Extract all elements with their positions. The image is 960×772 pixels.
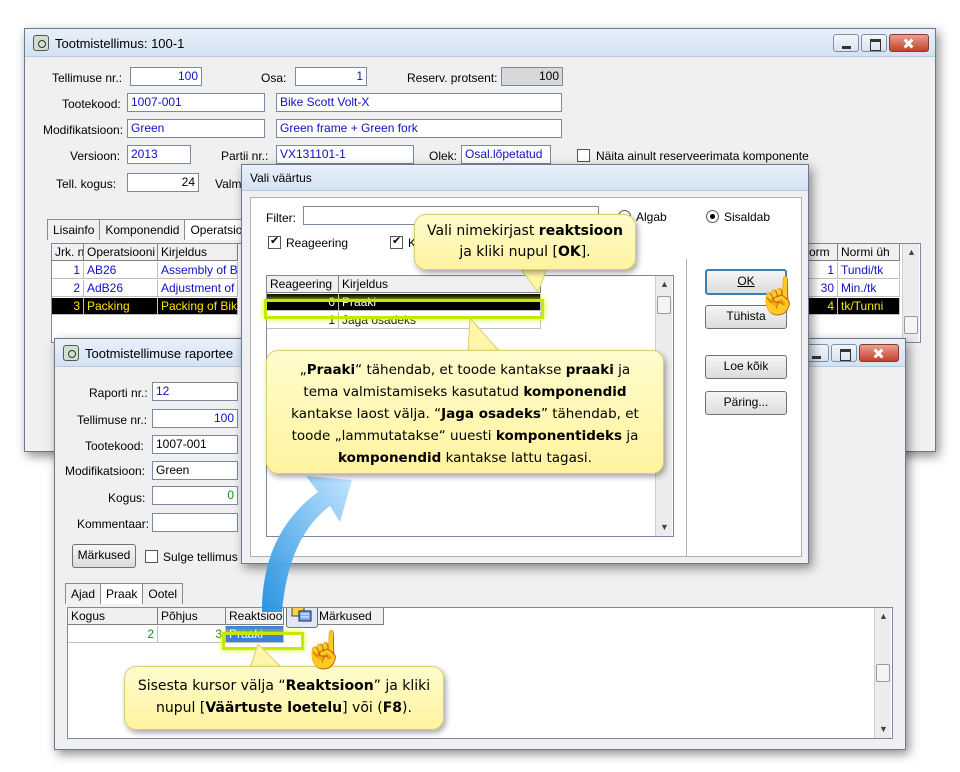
callout-text: ]. [580,244,591,260]
callout-bold: komponentideks [495,428,623,444]
middle-callout-pointer [467,316,502,353]
callout-bold: Reaktsioon [285,678,374,694]
callout-text: kantakse lattu tagasi. [441,450,592,466]
callout-text: ). [402,700,412,716]
callout-text: kantakse laost välja. “ [291,406,442,422]
callout-bold: komponendid [338,450,442,466]
callout-text: toode „lammutatakse“ uuesti [291,428,496,444]
callout-enter-cursor: Sisesta kursor välja “Reaktsioon” ja kli… [124,666,444,730]
callout-bold: OK [557,244,581,260]
callout-text: ja [622,428,639,444]
callout-bold: komponendid [523,384,627,400]
callout-bold: F8 [382,700,403,716]
callout-scrap-explanation: „Praaki“ tähendab, et toode kantakse pra… [266,350,664,474]
callout-text: ” ja kliki [373,678,431,694]
callout-text: ” tähendab, et [540,406,639,422]
callout-bold: Väärtuste loetelu [205,700,343,716]
callout-text: nupul [ [156,700,206,716]
callout-bold: praaki [565,362,614,378]
blue-arrow-icon [262,476,352,612]
callout-text: “ tähendab, et toode kantakse [355,362,566,378]
pointer-hand-icon: ☝ [756,275,801,316]
callout-text: ] või ( [342,700,383,716]
callout-bold: reaktsioon [538,223,623,239]
callout-text: ja kliki nupul [ [459,244,558,260]
callout-text: Vali nimekirjast [427,223,539,239]
bottom-callout-pointer [249,643,284,669]
callout-text: ja [613,362,631,378]
callout-bold: Praaki [306,362,356,378]
callout-select-reaction: Vali nimekirjast reaktsioon ja kliki nup… [414,214,636,270]
callout-text: tema valmistamiseks kasutatud [303,384,524,400]
callout-text: Sisesta kursor välja “ [137,678,286,694]
callout-text: „ [299,362,307,378]
pointer-hand-icon: ☝ [302,629,347,670]
callout-bold: Jaga osadeks [441,406,541,422]
